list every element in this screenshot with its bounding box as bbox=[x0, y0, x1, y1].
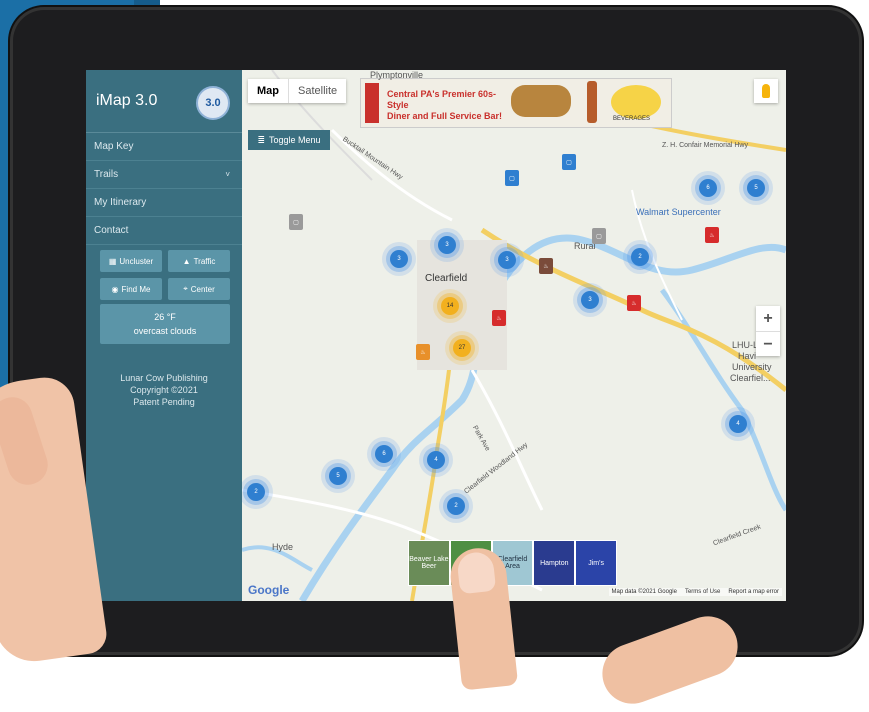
zoom-out-button[interactable]: − bbox=[756, 332, 780, 357]
google-logo: Google bbox=[248, 583, 290, 597]
map-cluster-marker[interactable]: 4 bbox=[427, 451, 445, 469]
menu-icon: ≣ bbox=[257, 134, 265, 145]
location-pin-icon[interactable]: ▢ bbox=[592, 228, 606, 244]
place-label: University bbox=[732, 362, 772, 372]
map-cluster-marker[interactable]: 3 bbox=[438, 236, 456, 254]
place-label: Plymptonville bbox=[370, 70, 424, 80]
map-cluster-marker[interactable]: 14 bbox=[441, 297, 459, 315]
bag-pin-icon[interactable]: ▢ bbox=[562, 154, 576, 170]
map-type-map-button[interactable]: Map bbox=[248, 79, 288, 103]
center-button[interactable]: ⌖ Center bbox=[168, 278, 230, 300]
map-cluster-marker[interactable]: 3 bbox=[390, 250, 408, 268]
place-label: Clearfiel... bbox=[730, 373, 771, 383]
map-cluster-marker[interactable]: 5 bbox=[747, 179, 765, 197]
app-logo: 3.0 bbox=[196, 86, 230, 120]
zoom-in-button[interactable]: + bbox=[756, 306, 780, 332]
sidebar-item-map-key[interactable]: Map Key bbox=[86, 133, 242, 161]
traffic-icon: ▲ bbox=[182, 256, 191, 266]
sidebar-item-label: Trails bbox=[94, 169, 119, 180]
sidebar-item-contact[interactable]: Contact bbox=[86, 217, 242, 245]
pegman-icon bbox=[762, 84, 770, 98]
map-cluster-marker[interactable]: 2 bbox=[631, 248, 649, 266]
map-cluster-marker[interactable]: 2 bbox=[247, 483, 265, 501]
bottom-ad[interactable]: Hampton bbox=[533, 540, 576, 586]
map-cluster-marker[interactable]: 6 bbox=[375, 445, 393, 463]
map-cluster-marker[interactable]: 6 bbox=[699, 179, 717, 197]
street-view-pegman[interactable] bbox=[754, 79, 778, 103]
ad-food-image bbox=[511, 85, 571, 117]
place-label: Walmart Supercenter bbox=[636, 207, 721, 217]
weather-desc: overcast clouds bbox=[133, 326, 197, 336]
map-cluster-marker[interactable]: 5 bbox=[329, 467, 347, 485]
crosshair-icon: ⌖ bbox=[183, 284, 188, 293]
tablet-screen: iMap 3.0 3.0 Map Key Trails ˅ My Itinerar… bbox=[86, 70, 786, 601]
map-cluster-marker[interactable]: 4 bbox=[729, 415, 747, 433]
fingernail bbox=[456, 550, 497, 595]
find-me-label: Find Me bbox=[121, 284, 151, 294]
food-pin-icon[interactable]: ♨ bbox=[627, 295, 641, 311]
credit-line: Lunar Cow Publishing bbox=[120, 373, 208, 383]
ad-line: Central PA's Premier 60s-Style bbox=[387, 89, 497, 110]
place-label: Hyde bbox=[272, 542, 294, 552]
sidebar-item-my-itinerary[interactable]: My Itinerary bbox=[86, 189, 242, 217]
ad-sign-image bbox=[365, 83, 379, 123]
center-label: Center bbox=[190, 284, 215, 294]
map-canvas[interactable]: Map Satellite ≣ Toggle Menu Central PA's… bbox=[242, 70, 786, 601]
toggle-menu-button[interactable]: ≣ Toggle Menu bbox=[248, 130, 330, 150]
ad-line: Diner and Full Service Bar! bbox=[387, 111, 503, 121]
weather-temp: 26 °F bbox=[154, 312, 176, 322]
sidebar-item-trails[interactable]: Trails ˅ bbox=[86, 161, 242, 189]
attribution-text: Map data ©2021 Google bbox=[611, 589, 677, 595]
sidebar-item-label: Contact bbox=[94, 225, 129, 236]
map-cluster-marker[interactable]: 3 bbox=[581, 291, 599, 309]
ad-headline: Central PA's Premier 60s-Style Diner and… bbox=[387, 89, 517, 122]
food-pin-icon[interactable]: ♨ bbox=[416, 344, 430, 360]
food-pin-icon[interactable]: ♨ bbox=[539, 258, 553, 274]
weather-panel: 26 °F overcast clouds bbox=[100, 304, 230, 344]
road-label: Z. H. Confair Memorial Hwy bbox=[662, 142, 748, 149]
sidebar-header: iMap 3.0 3.0 bbox=[86, 70, 242, 133]
traffic-button[interactable]: ▲ Traffic bbox=[168, 250, 230, 272]
credits: Lunar Cow Publishing Copyright ©2021 Pat… bbox=[86, 372, 242, 408]
sidebar-item-label: My Itinerary bbox=[94, 197, 147, 208]
report-error-link[interactable]: Report a map error bbox=[728, 589, 779, 595]
location-pin-icon[interactable]: ▢ bbox=[289, 214, 303, 230]
app-title: iMap 3.0 bbox=[96, 92, 158, 109]
map-type-control: Map Satellite bbox=[248, 79, 347, 103]
bottom-ad[interactable]: Jim's bbox=[575, 540, 617, 586]
toggle-menu-label: Toggle Menu bbox=[269, 135, 321, 145]
map-cluster-marker[interactable]: 27 bbox=[453, 339, 471, 357]
uncluster-button[interactable]: ▦ Uncluster bbox=[100, 250, 162, 272]
bag-pin-icon[interactable]: ▢ bbox=[505, 170, 519, 186]
place-label: Clearfield bbox=[425, 273, 468, 284]
banner-ad[interactable]: Central PA's Premier 60s-Style Diner and… bbox=[360, 78, 672, 128]
food-pin-icon[interactable]: ♨ bbox=[492, 310, 506, 326]
grid-icon: ▦ bbox=[108, 256, 117, 266]
map-cluster-marker[interactable]: 2 bbox=[447, 497, 465, 515]
bottom-ad-strip: Beaver Lake Beer Chase Clearfield Area H… bbox=[408, 540, 617, 586]
find-me-button[interactable]: ◉ Find Me bbox=[100, 278, 162, 300]
chevron-down-icon: ˅ bbox=[225, 170, 230, 179]
place-label: LHU-L bbox=[732, 340, 759, 350]
bottom-ad[interactable]: Beaver Lake Beer bbox=[408, 540, 450, 586]
ad-brand-text: BEVERAGES bbox=[613, 116, 651, 122]
globe-icon: ◉ bbox=[111, 284, 119, 294]
zoom-control: + − bbox=[756, 306, 780, 356]
ad-brand-logo bbox=[611, 85, 661, 119]
sidebar-item-label: Map Key bbox=[94, 141, 134, 152]
map-cluster-marker[interactable]: 3 bbox=[498, 251, 516, 269]
uncluster-label: Uncluster bbox=[119, 256, 154, 266]
sidebar: iMap 3.0 3.0 Map Key Trails ˅ My Itinerar… bbox=[86, 70, 242, 601]
traffic-label: Traffic bbox=[193, 256, 216, 266]
terms-link[interactable]: Terms of Use bbox=[685, 589, 720, 595]
map-attribution: Map data ©2021 Google Terms of Use Repor… bbox=[608, 588, 782, 596]
food-pin-icon[interactable]: ♨ bbox=[705, 227, 719, 243]
credit-line: Copyright ©2021 bbox=[130, 385, 198, 395]
map-type-satellite-button[interactable]: Satellite bbox=[288, 79, 346, 103]
ad-bottle-image bbox=[587, 81, 597, 123]
credit-line: Patent Pending bbox=[133, 397, 195, 407]
place-label: Havi bbox=[738, 351, 757, 361]
